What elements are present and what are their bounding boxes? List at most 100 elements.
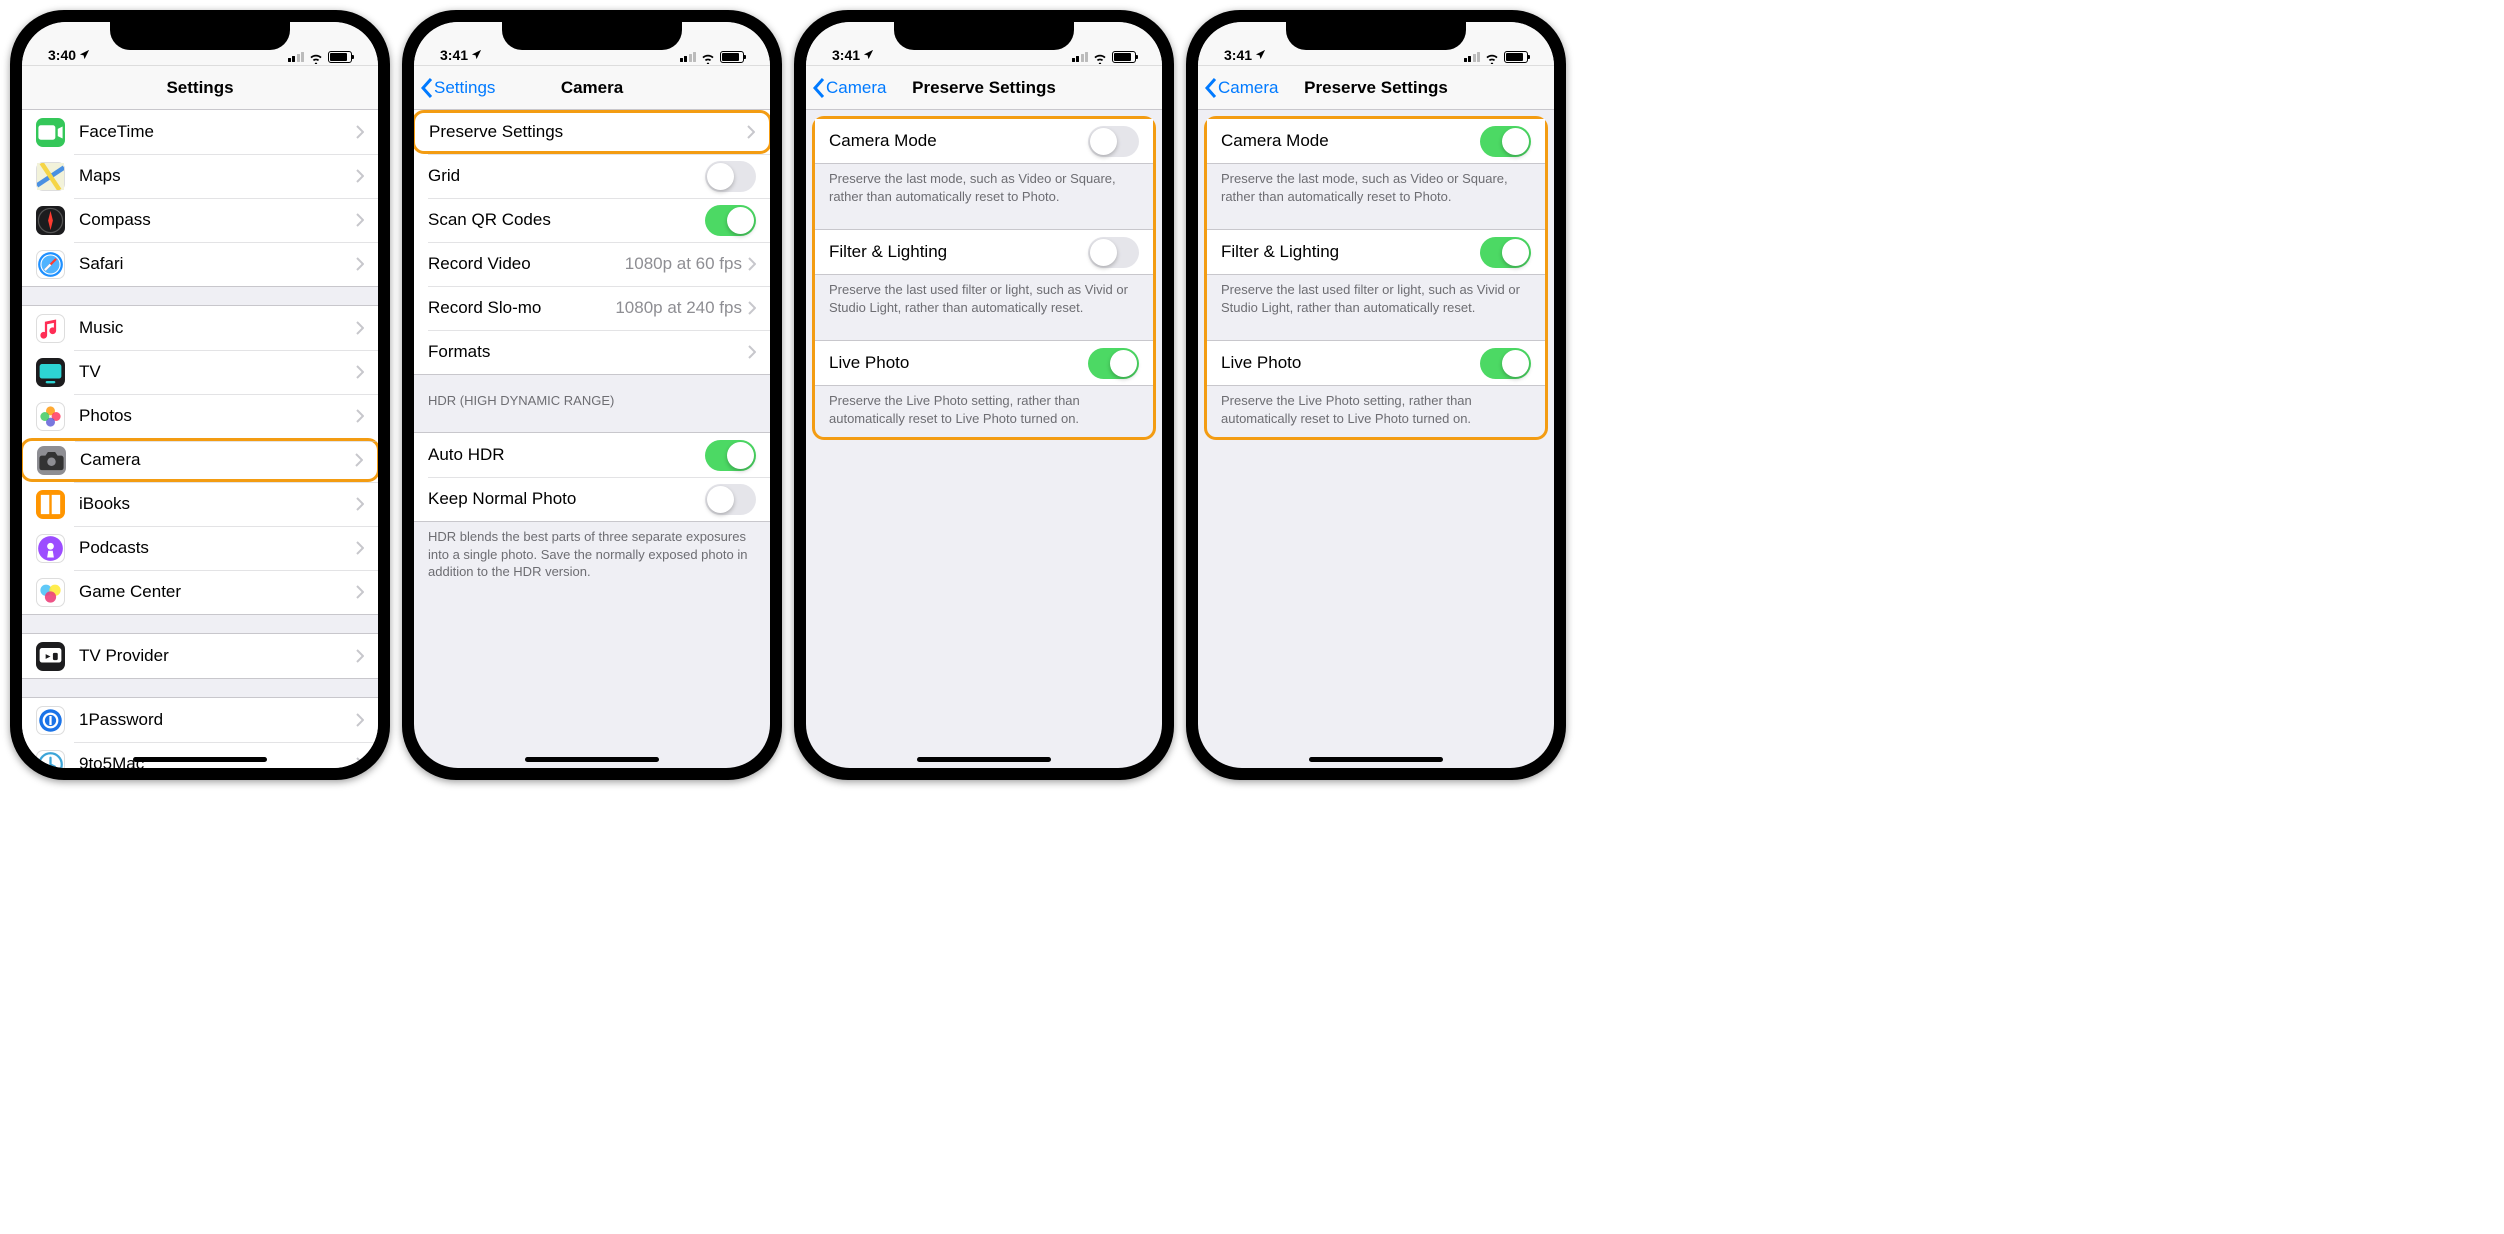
books-icon — [36, 490, 65, 519]
row-label: Keep Normal Photo — [428, 489, 705, 509]
row-label: Photos — [79, 406, 356, 426]
nav-back-button[interactable]: Camera — [806, 77, 886, 99]
settings-row-keep-normal-photo[interactable]: Keep Normal Photo — [414, 477, 770, 521]
toggle-switch[interactable] — [1088, 126, 1139, 157]
settings-row-ibooks[interactable]: iBooks — [22, 482, 378, 526]
row-label: Grid — [428, 166, 705, 186]
settings-row-9to5mac[interactable]: 9to5Mac — [22, 742, 378, 768]
toggle-switch[interactable] — [705, 484, 756, 515]
settings-row-camera-mode[interactable]: Camera Mode — [1207, 119, 1545, 163]
row-value: 1080p at 240 fps — [615, 298, 742, 318]
settings-row-camera[interactable]: Camera — [22, 438, 378, 482]
camera-icon — [37, 446, 66, 475]
wifi-icon — [308, 51, 324, 63]
settings-content[interactable]: Camera ModePreserve the last mode, such … — [806, 110, 1162, 768]
location-icon — [863, 47, 874, 63]
settings-row-preserve-settings[interactable]: Preserve Settings — [414, 110, 770, 154]
row-label: Camera Mode — [1221, 131, 1480, 151]
location-icon — [1255, 47, 1266, 63]
chevron-right-icon — [747, 125, 755, 139]
row-label: Filter & Lighting — [1221, 242, 1480, 262]
toggle-switch[interactable] — [705, 440, 756, 471]
settings-content[interactable]: Camera Mode Preserve the last mode, such … — [1198, 110, 1554, 768]
settings-row-tv[interactable]: TV — [22, 350, 378, 394]
row-label: Live Photo — [1221, 353, 1480, 373]
row-label: Formats — [428, 342, 748, 362]
settings-row-live-photo[interactable]: Live Photo — [815, 341, 1153, 385]
settings-row-game-center[interactable]: Game Center — [22, 570, 378, 614]
row-label: TV Provider — [79, 646, 356, 666]
wifi-icon — [1484, 51, 1500, 63]
settings-row-tv-provider[interactable]: TV Provider — [22, 634, 378, 678]
settings-content[interactable]: Preserve Settings Grid Scan QR Codes Record… — [414, 110, 770, 768]
chevron-right-icon — [356, 757, 364, 768]
group-footer: HDR blends the best parts of three separ… — [414, 522, 770, 587]
signal-icon — [1464, 52, 1481, 62]
row-label: Compass — [79, 210, 356, 230]
row-label: Safari — [79, 254, 356, 274]
settings-row-auto-hdr[interactable]: Auto HDR — [414, 433, 770, 477]
home-indicator[interactable] — [133, 757, 267, 762]
status-time: 3:40 — [48, 47, 76, 63]
group-footer: Preserve the last mode, such as Video or… — [1207, 164, 1545, 211]
row-label: Podcasts — [79, 538, 356, 558]
wifi-icon — [1092, 51, 1108, 63]
home-indicator[interactable] — [917, 757, 1051, 762]
toggle-switch[interactable] — [1480, 126, 1531, 157]
row-label: Record Slo-mo — [428, 298, 615, 318]
settings-row-camera-mode[interactable]: Camera Mode — [815, 119, 1153, 163]
settings-row-maps[interactable]: Maps — [22, 154, 378, 198]
settings-content[interactable]: FaceTime Maps Compass Safari Music TV Photos Ca… — [22, 110, 378, 768]
settings-row-grid[interactable]: Grid — [414, 154, 770, 198]
nav-bar: SettingsCamera — [414, 66, 770, 110]
settings-row-formats[interactable]: Formats — [414, 330, 770, 374]
toggle-switch[interactable] — [1480, 348, 1531, 379]
chevron-right-icon — [356, 213, 364, 227]
settings-row-photos[interactable]: Photos — [22, 394, 378, 438]
battery-icon — [1112, 51, 1136, 63]
row-label: TV — [79, 362, 356, 382]
nav-back-button[interactable]: Camera — [1198, 77, 1278, 99]
chevron-right-icon — [748, 345, 756, 359]
group-footer: Preserve the last used filter or light, … — [1207, 275, 1545, 322]
home-indicator[interactable] — [1309, 757, 1443, 762]
toggle-switch[interactable] — [705, 161, 756, 192]
podcasts-icon — [36, 534, 65, 563]
chevron-right-icon — [355, 453, 363, 467]
onepass-icon — [36, 706, 65, 735]
chevron-right-icon — [356, 365, 364, 379]
settings-row-record-video[interactable]: Record Video1080p at 60 fps — [414, 242, 770, 286]
settings-row-compass[interactable]: Compass — [22, 198, 378, 242]
settings-row-filter-lighting[interactable]: Filter & Lighting — [815, 230, 1153, 274]
row-label: Preserve Settings — [429, 122, 747, 142]
row-label: Scan QR Codes — [428, 210, 705, 230]
home-indicator[interactable] — [525, 757, 659, 762]
row-value: 1080p at 60 fps — [625, 254, 742, 274]
signal-icon — [288, 52, 305, 62]
nav-back-button[interactable]: Settings — [414, 77, 495, 99]
chevron-right-icon — [356, 497, 364, 511]
settings-row-safari[interactable]: Safari — [22, 242, 378, 286]
location-icon — [79, 47, 90, 63]
settings-row-live-photo[interactable]: Live Photo — [1207, 341, 1545, 385]
settings-row-scan-qr-codes[interactable]: Scan QR Codes — [414, 198, 770, 242]
settings-row-1password[interactable]: 1Password — [22, 698, 378, 742]
row-label: Music — [79, 318, 356, 338]
toggle-switch[interactable] — [705, 205, 756, 236]
settings-row-facetime[interactable]: FaceTime — [22, 110, 378, 154]
toggle-switch[interactable] — [1088, 237, 1139, 268]
chevron-right-icon — [356, 125, 364, 139]
row-label: Camera — [80, 450, 355, 470]
status-time: 3:41 — [440, 47, 468, 63]
row-label: Auto HDR — [428, 445, 705, 465]
toggle-switch[interactable] — [1480, 237, 1531, 268]
nav-bar: Settings — [22, 66, 378, 110]
row-label: Filter & Lighting — [829, 242, 1088, 262]
row-label: Maps — [79, 166, 356, 186]
toggle-switch[interactable] — [1088, 348, 1139, 379]
settings-row-filter-lighting[interactable]: Filter & Lighting — [1207, 230, 1545, 274]
settings-row-music[interactable]: Music — [22, 306, 378, 350]
chevron-right-icon — [356, 257, 364, 271]
settings-row-record-slo-mo[interactable]: Record Slo-mo1080p at 240 fps — [414, 286, 770, 330]
settings-row-podcasts[interactable]: Podcasts — [22, 526, 378, 570]
